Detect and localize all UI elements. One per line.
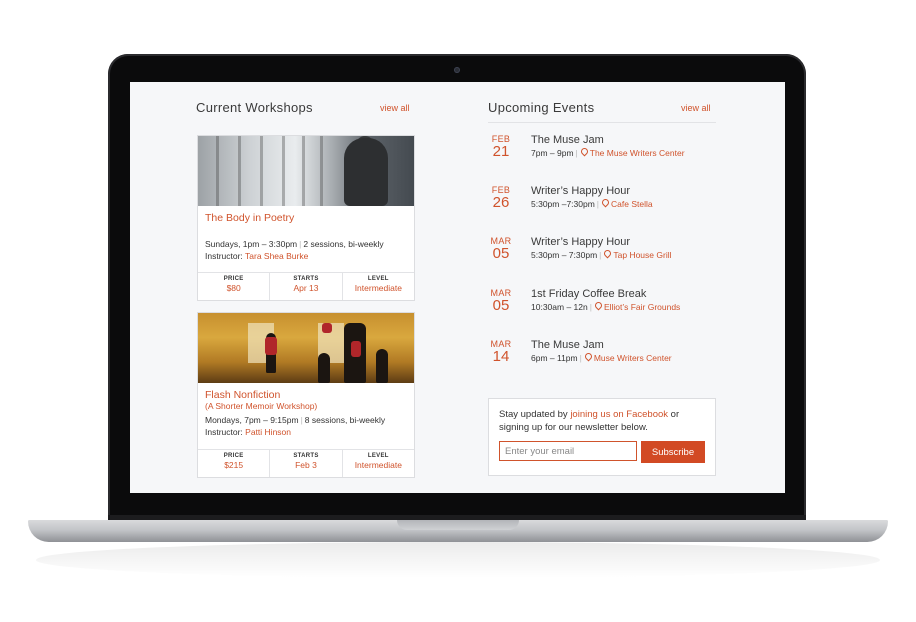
level-label: LEVEL xyxy=(367,453,389,459)
event-name[interactable]: Writer’s Happy Hour xyxy=(531,236,630,248)
workshop-card[interactable]: The Body in Poetry Sundays, 1pm – 3:30pm… xyxy=(197,135,415,301)
event-date: MAR 05 xyxy=(490,236,512,262)
event-item[interactable]: MAR 05 1st Friday Coffee Break 10:30am –… xyxy=(488,288,718,322)
map-pin-icon xyxy=(593,300,604,311)
price-label: PRICE xyxy=(223,276,244,282)
starts-value: Apr 13 xyxy=(293,283,319,293)
level-label: LEVEL xyxy=(367,276,389,282)
event-name[interactable]: Writer’s Happy Hour xyxy=(531,185,630,197)
event-item[interactable]: FEB 21 The Muse Jam 7pm – 9pm | The Muse W… xyxy=(488,134,718,168)
subscribe-button[interactable]: Subscribe xyxy=(641,441,705,463)
events-title: Upcoming Events xyxy=(488,100,595,115)
map-pin-icon xyxy=(579,146,590,157)
event-date: FEB 21 xyxy=(491,134,511,160)
price-value: $215 xyxy=(224,460,244,470)
price-value: $80 xyxy=(226,283,241,293)
laptop-notch xyxy=(397,520,519,530)
map-pin-icon xyxy=(583,351,594,362)
price-label: PRICE xyxy=(223,453,244,459)
event-date: MAR 14 xyxy=(490,339,512,365)
map-pin-icon xyxy=(602,248,613,259)
level-value: Intermediate xyxy=(354,460,402,470)
facebook-link[interactable]: joining us on Facebook xyxy=(570,409,668,420)
newsletter-box: Stay updated by joining us on Facebook o… xyxy=(488,398,716,476)
instructor-link[interactable]: Tara Shea Burke xyxy=(245,251,308,261)
event-location-link[interactable]: Muse Writers Center xyxy=(594,353,672,363)
workshop-card[interactable]: Flash Nonfiction (A Shorter Memoir Works… xyxy=(197,312,415,478)
newsletter-text: Stay updated by joining us on Facebook o… xyxy=(499,409,680,433)
starts-value: Feb 3 xyxy=(295,460,317,470)
workshop-instructor: Instructor: Patti Hinson xyxy=(205,427,292,437)
workshop-meta: PRICE $215 STARTS Feb 3 LEVEL Intermediate xyxy=(198,449,414,477)
screen: Current Workshops view all The Body in P… xyxy=(130,82,785,493)
instructor-link[interactable]: Patti Hinson xyxy=(245,427,291,437)
laptop-shadow xyxy=(36,542,880,578)
starts-label: STARTS xyxy=(293,453,319,459)
event-date: MAR 05 xyxy=(490,288,512,314)
event-item[interactable]: FEB 26 Writer’s Happy Hour 5:30pm –7:30p… xyxy=(488,185,718,219)
workshop-instructor: Instructor: Tara Shea Burke xyxy=(205,251,309,261)
event-info: 5:30pm – 7:30pm | Tap House Grill xyxy=(531,248,672,260)
event-info: 10:30am – 12n | Elliot’s Fair Grounds xyxy=(531,300,681,312)
workshop-schedule: Sundays, 1pm – 3:30pm | 2 sessions, bi-wee… xyxy=(205,239,384,249)
event-name[interactable]: 1st Friday Coffee Break xyxy=(531,288,646,300)
workshop-title-link[interactable]: The Body in Poetry xyxy=(205,212,407,224)
event-info: 5:30pm –7:30pm | Cafe Stella xyxy=(531,197,653,209)
workshop-image xyxy=(198,136,414,206)
camera-icon xyxy=(454,67,460,73)
event-info: 6pm – 11pm | Muse Writers Center xyxy=(531,351,672,363)
workshop-meta: PRICE $80 STARTS Apr 13 LEVEL Intermediate xyxy=(198,272,414,300)
event-location-link[interactable]: Elliot’s Fair Grounds xyxy=(604,302,680,312)
workshop-image xyxy=(198,313,414,383)
event-item[interactable]: MAR 14 The Muse Jam 6pm – 11pm | Muse Writ… xyxy=(488,339,718,373)
event-item[interactable]: MAR 05 Writer’s Happy Hour 5:30pm – 7:30… xyxy=(488,236,718,270)
map-pin-icon xyxy=(600,197,611,208)
event-date: FEB 26 xyxy=(491,185,511,211)
level-value: Intermediate xyxy=(354,283,402,293)
workshop-subtitle: (A Shorter Memoir Workshop) xyxy=(205,401,318,411)
workshop-schedule: Mondays, 7pm – 9:15pm | 8 sessions, bi-wee… xyxy=(205,415,386,425)
event-name[interactable]: The Muse Jam xyxy=(531,339,604,351)
event-location-link[interactable]: Cafe Stella xyxy=(611,199,653,209)
workshop-title-link[interactable]: Flash Nonfiction xyxy=(205,389,407,401)
events-view-all-link[interactable]: view all xyxy=(681,103,711,113)
email-field[interactable] xyxy=(499,441,637,461)
starts-label: STARTS xyxy=(293,276,319,282)
events-divider xyxy=(488,122,716,123)
event-location-link[interactable]: The Muse Writers Center xyxy=(590,148,685,158)
workshops-title: Current Workshops xyxy=(196,100,313,115)
event-info: 7pm – 9pm | The Muse Writers Center xyxy=(531,146,685,158)
event-location-link[interactable]: Tap House Grill xyxy=(613,250,671,260)
event-name[interactable]: The Muse Jam xyxy=(531,134,604,146)
workshops-view-all-link[interactable]: view all xyxy=(380,103,410,113)
